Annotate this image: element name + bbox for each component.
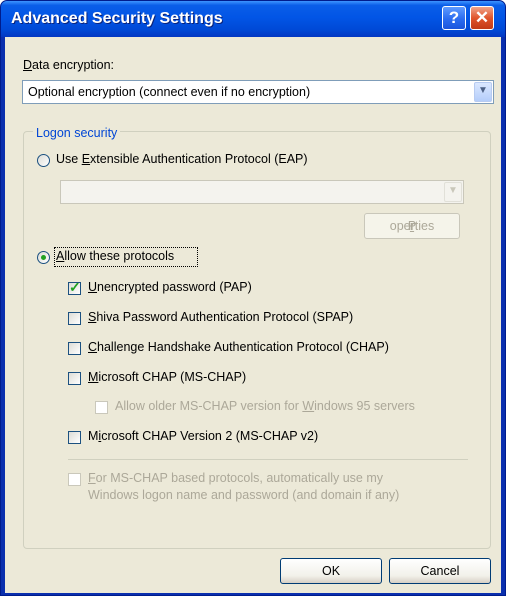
advanced-security-settings-dialog: Advanced Security Settings ? ✕ Data encr…: [0, 0, 506, 596]
chevron-down-icon: ▼: [478, 85, 488, 96]
data-encryption-dropdown-button[interactable]: ▼: [474, 82, 492, 102]
older-ms-chap-label[interactable]: Allow older MS-CHAP version for Windows …: [115, 399, 415, 413]
data-encryption-label: Data encryption:: [23, 58, 115, 72]
allow-protocols-radio[interactable]: [37, 251, 50, 264]
eap-radio[interactable]: [37, 154, 50, 167]
eap-type-select[interactable]: ▼: [60, 180, 464, 204]
auto-logon-checkbox[interactable]: [68, 473, 81, 486]
dialog-body: Data encryption: Optional encryption (co…: [5, 37, 501, 593]
auto-logon-label-line2[interactable]: Windows logon name and password (and dom…: [88, 488, 399, 502]
radio-selected-dot: [41, 255, 46, 260]
help-button[interactable]: ?: [442, 6, 466, 30]
ok-button-label: OK: [321, 564, 341, 578]
cancel-button[interactable]: Cancel: [389, 558, 491, 584]
auto-logon-label-line1[interactable]: For MS-CHAP based protocols, automatical…: [88, 471, 383, 485]
data-encryption-select[interactable]: Optional encryption (connect even if no …: [22, 80, 494, 104]
ok-button[interactable]: OK: [280, 558, 382, 584]
chap-label[interactable]: Challenge Handshake Authentication Proto…: [88, 340, 389, 354]
chevron-down-icon: ▼: [448, 185, 458, 196]
window-title: Advanced Security Settings: [11, 10, 223, 27]
cancel-button-label: Cancel: [420, 564, 460, 578]
pap-checkbox[interactable]: ✓: [68, 279, 81, 295]
close-icon: ✕: [474, 8, 490, 27]
title-bar[interactable]: Advanced Security Settings ? ✕: [1, 1, 505, 37]
allow-protocols-label[interactable]: Allow these protocols: [56, 249, 174, 263]
logon-security-title: Logon security: [33, 126, 121, 140]
properties-button-label: Pr operties: [389, 219, 435, 233]
close-button[interactable]: ✕: [470, 6, 494, 30]
chap-checkbox[interactable]: [68, 342, 81, 355]
properties-button[interactable]: Pr operties: [364, 213, 460, 239]
eap-type-dropdown-button[interactable]: ▼: [444, 182, 462, 202]
ms-chap-checkbox[interactable]: [68, 372, 81, 385]
spap-label[interactable]: Shiva Password Authentication Protocol (…: [88, 310, 353, 324]
pap-label[interactable]: Unencrypted password (PAP): [88, 280, 252, 294]
eap-radio-label[interactable]: Use Extensible Authentication Protocol (…: [56, 152, 308, 166]
ms-chap-v2-checkbox[interactable]: [68, 431, 81, 444]
ms-chap-label[interactable]: Microsoft CHAP (MS-CHAP): [88, 370, 246, 384]
check-icon: ✓: [69, 279, 81, 295]
spap-checkbox[interactable]: [68, 312, 81, 325]
ms-chap-v2-label[interactable]: Microsoft CHAP Version 2 (MS-CHAP v2): [88, 429, 318, 443]
older-ms-chap-checkbox[interactable]: [95, 401, 108, 414]
help-icon: ?: [448, 8, 460, 27]
data-encryption-value: Optional encryption (connect even if no …: [28, 85, 311, 99]
separator: [68, 459, 468, 460]
